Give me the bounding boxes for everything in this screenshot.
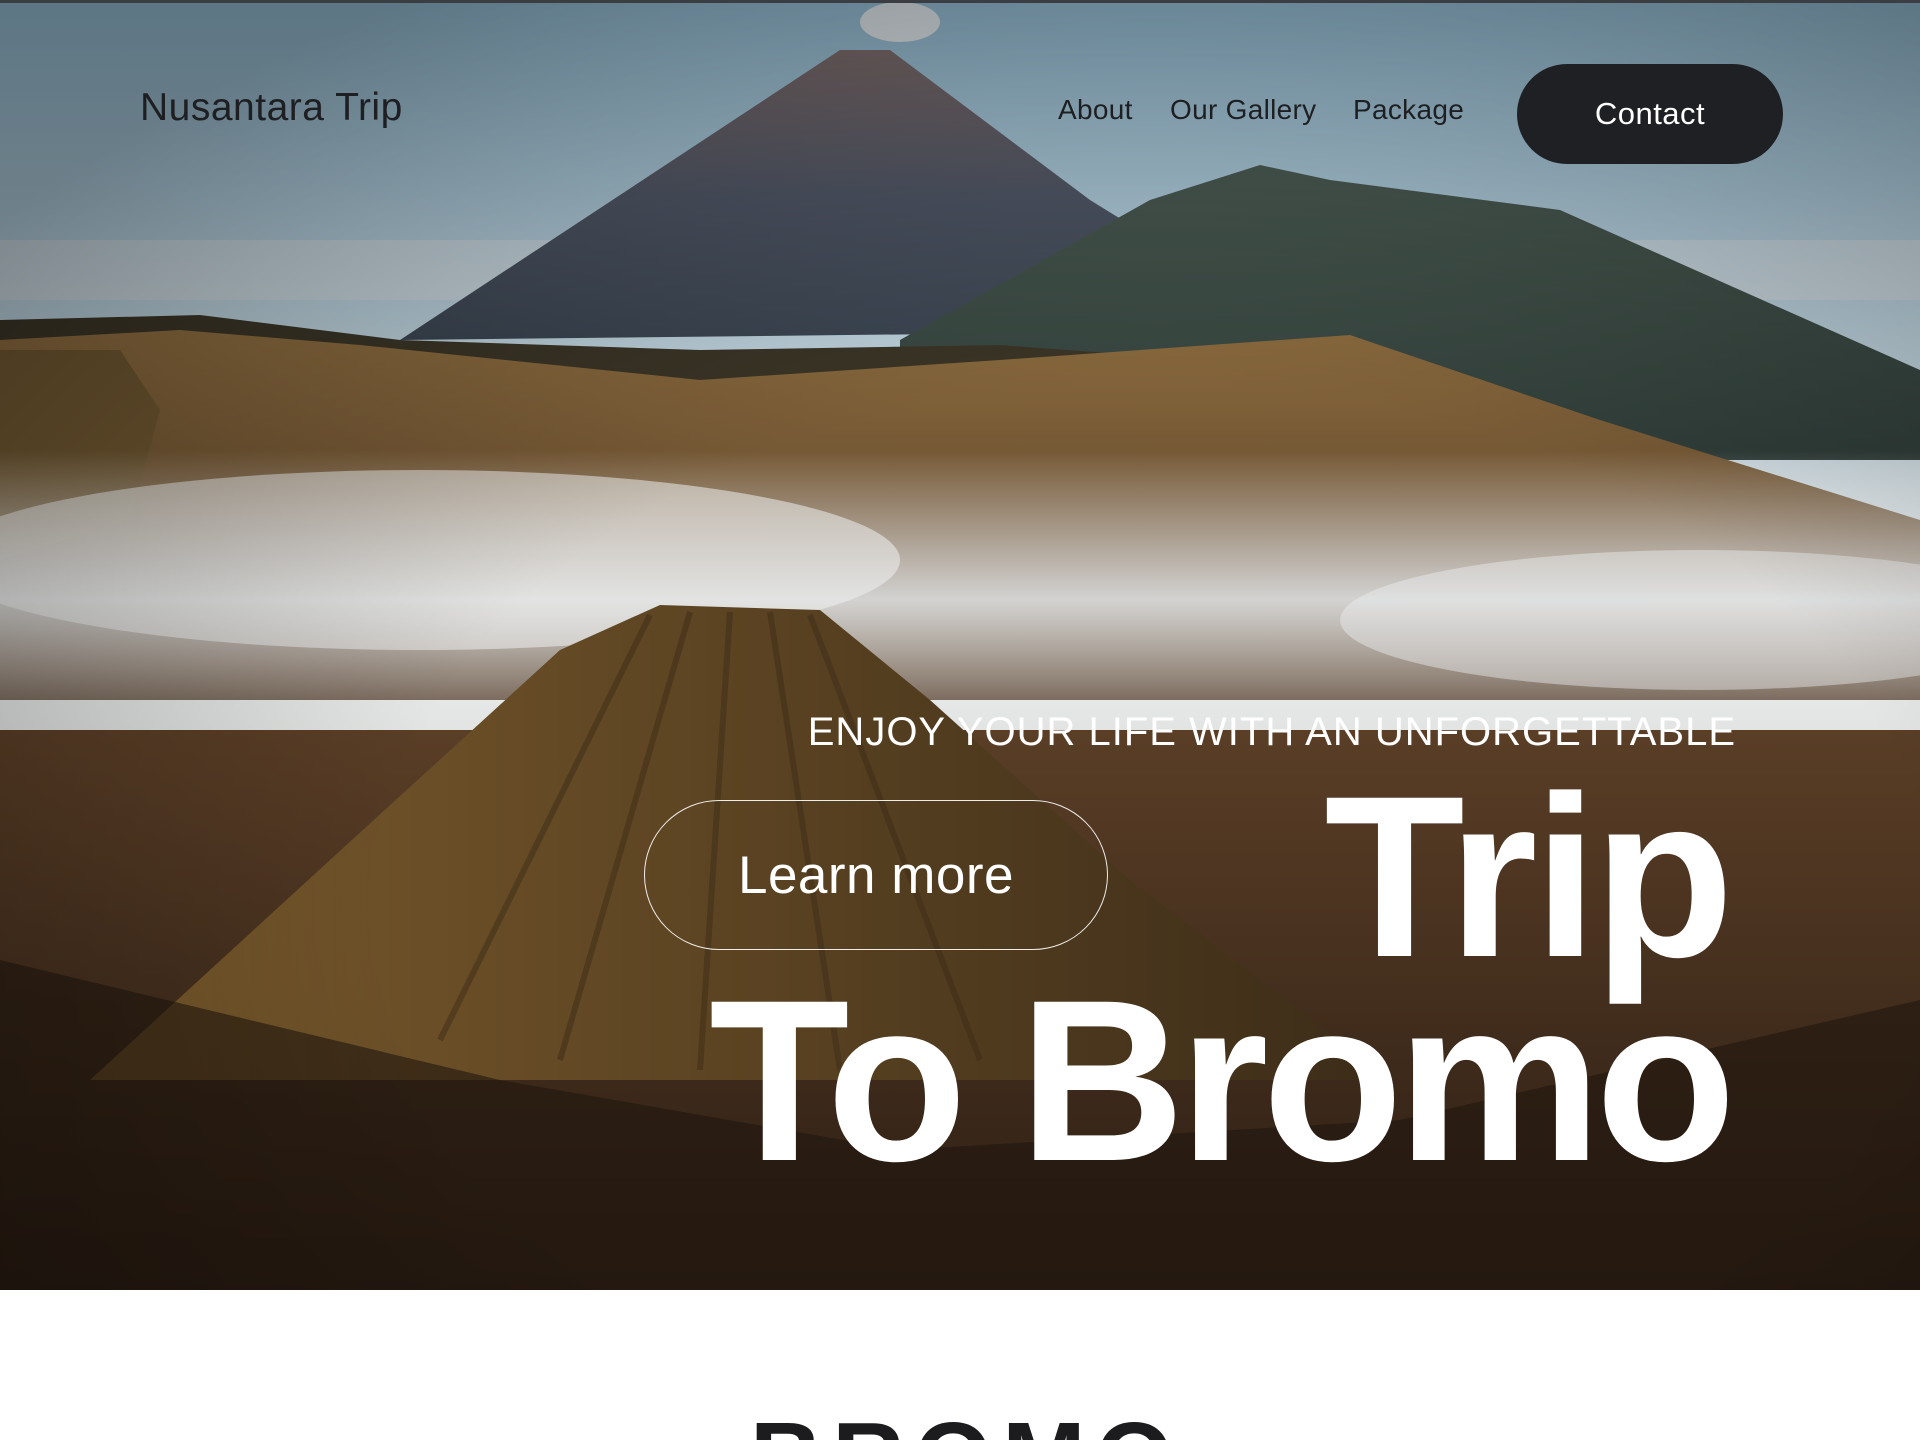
nav-link-about[interactable]: About	[1058, 94, 1133, 126]
page: Nusantara Trip About Our Gallery Package…	[0, 0, 1920, 1440]
nav-link-our-gallery[interactable]: Our Gallery	[1170, 94, 1316, 126]
hero-title-line-2: To Bromo	[709, 952, 1736, 1209]
window-top-border	[0, 0, 1920, 3]
section-heading: BROMO	[750, 1408, 1183, 1440]
brand-logo[interactable]: Nusantara Trip	[140, 86, 403, 130]
contact-button[interactable]: Contact	[1517, 64, 1783, 164]
learn-more-button[interactable]: Learn more	[644, 800, 1108, 950]
hero-section: Nusantara Trip About Our Gallery Package…	[0, 0, 1920, 1290]
nav-link-package[interactable]: Package	[1353, 94, 1464, 126]
